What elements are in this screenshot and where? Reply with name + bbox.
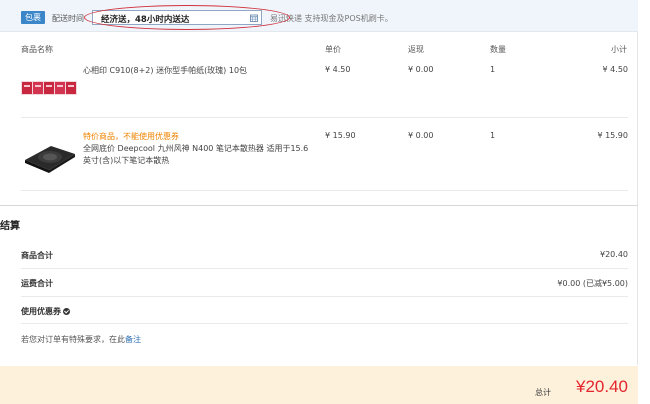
header-product-name: 商品名称 — [21, 45, 53, 54]
product-name-tissue[interactable]: 心相印 C910(8+2) 迷你型手帕纸(玫瑰) 10包 — [83, 65, 247, 76]
total-label: 总计 — [535, 388, 551, 397]
order-note-text: 若您对订单有特殊要求，在此 — [21, 335, 125, 344]
delivery-time-label: 配送时间 — [52, 14, 84, 23]
order-note-line: 若您对订单有特殊要求，在此备注 — [21, 334, 141, 345]
refund-cooler: ¥ 0.00 — [408, 131, 434, 140]
checkout-page: 包裹 配送时间 经济送，48小时内送达 易迅快递 支持现金及POS机刷卡。 商品… — [0, 0, 650, 404]
header-subtotal: 小计 — [611, 45, 627, 54]
delivery-bar: 包裹 配送时间 经济送，48小时内送达 易迅快递 支持现金及POS机刷卡。 — [0, 0, 638, 32]
coupon-label: 使用优惠券 — [21, 307, 61, 316]
header-quantity: 数量 — [490, 45, 506, 54]
quantity-cooler: 1 — [490, 131, 496, 140]
row-divider — [21, 296, 628, 297]
total-bar: 总计 ¥20.40 — [0, 366, 638, 404]
coupon-toggle[interactable]: 使用优惠券 — [21, 306, 70, 317]
special-price-notice: 特价商品，不能使用优惠券 — [83, 132, 179, 141]
price-cooler: ¥ 15.90 — [325, 131, 356, 140]
delivery-time-value: 经济送，48小时内送达 — [101, 15, 190, 25]
goods-total-label: 商品合计 — [21, 251, 53, 260]
panel-border — [637, 0, 638, 365]
subtotal-tissue: ¥ 4.50 — [602, 65, 628, 74]
delivery-payment-note: 易迅快递 支持现金及POS机刷卡。 — [270, 14, 393, 23]
delivery-time-select[interactable]: 经济送，48小时内送达 — [92, 10, 262, 25]
order-note-link[interactable]: 备注 — [125, 335, 141, 344]
goods-total-value: ¥20.40 — [600, 250, 628, 259]
row-divider — [21, 190, 628, 191]
row-divider — [21, 117, 628, 118]
quantity-tissue: 1 — [490, 65, 496, 74]
product-image-cooler[interactable] — [21, 138, 77, 174]
shipping-total-value: ¥0.00 (已减¥5.00) — [557, 279, 628, 288]
refund-tissue: ¥ 0.00 — [408, 65, 434, 74]
product-name-cooler-line2[interactable]: 英寸(含)以下笔记本散热 — [83, 155, 169, 166]
calendar-icon[interactable] — [250, 14, 258, 22]
section-divider — [0, 205, 638, 206]
product-name-cooler-line1[interactable]: 全网底价 Deepcool 九州风神 N400 笔记本散热器 适用于15.6 — [83, 143, 308, 154]
shipping-total-label: 运费合计 — [21, 279, 53, 288]
header-price: 单价 — [325, 45, 341, 54]
settlement-title: 结算 — [0, 221, 20, 232]
header-refund: 返现 — [408, 45, 424, 54]
total-amount: ¥20.40 — [576, 377, 628, 396]
row-divider — [21, 268, 628, 269]
package-badge: 包裹 — [21, 11, 45, 24]
check-circle-icon[interactable] — [63, 308, 70, 315]
row-divider — [21, 323, 628, 324]
product-image-tissue[interactable] — [21, 78, 77, 98]
subtotal-cooler: ¥ 15.90 — [597, 131, 628, 140]
price-tissue: ¥ 4.50 — [325, 65, 351, 74]
